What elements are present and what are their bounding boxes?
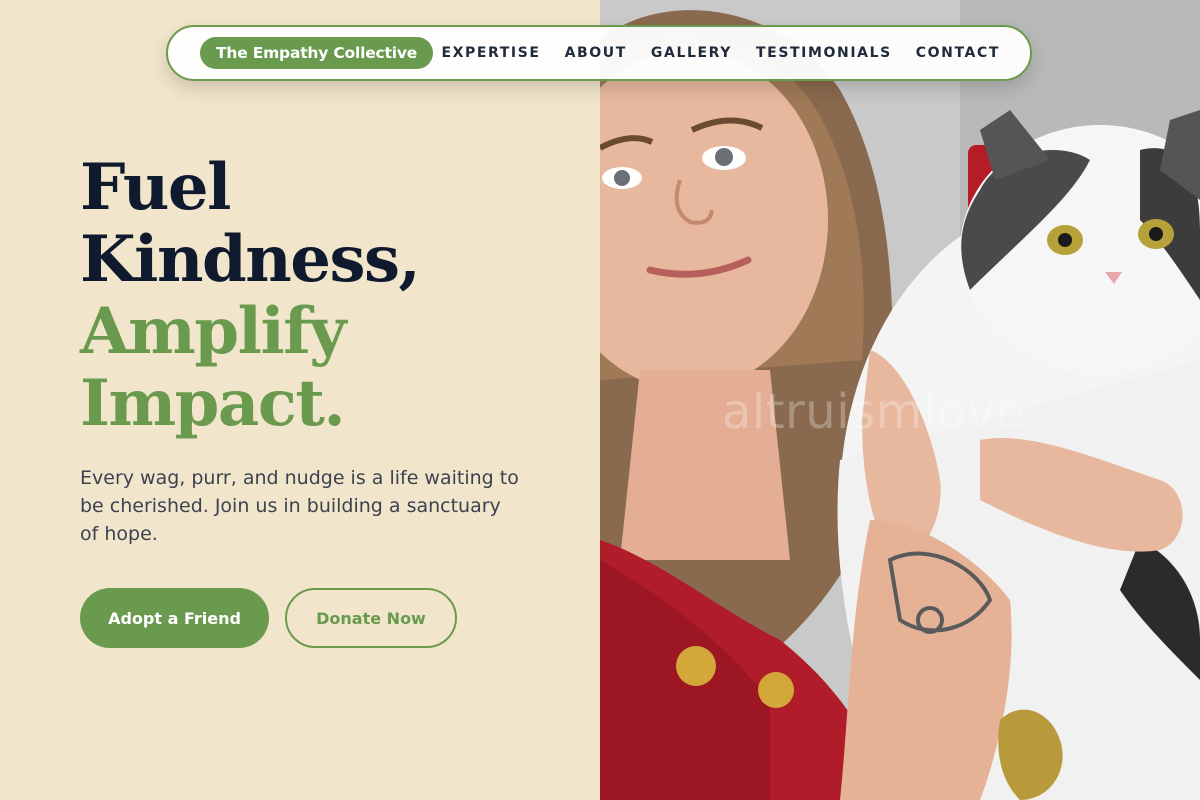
hero-headline: Fuel Kindness, Amplify Impact. (80, 150, 421, 441)
donate-now-button[interactable]: Donate Now (285, 588, 457, 648)
top-navbar: The Empathy Collective EXPERTISE ABOUT G… (166, 25, 1032, 81)
brand-logo[interactable]: The Empathy Collective (200, 37, 434, 69)
headline-line-2: Kindness, (80, 222, 421, 297)
nav-link-about[interactable]: ABOUT (565, 45, 627, 61)
nav-links: EXPERTISE ABOUT GALLERY TESTIMONIALS CON… (441, 45, 1000, 61)
hero-subtext: Every wag, purr, and nudge is a life wai… (80, 467, 519, 545)
hero-photo (600, 0, 1200, 800)
headline-line-3: Amplify (80, 294, 346, 369)
headline-line-4: Impact. (80, 366, 346, 441)
nav-link-gallery[interactable]: GALLERY (651, 45, 732, 61)
headline-line-1: Fuel (80, 150, 231, 225)
hero-page: altruismlove The Empathy Collective EXPE… (0, 0, 1200, 800)
adopt-a-friend-button[interactable]: Adopt a Friend (80, 588, 269, 648)
nav-link-testimonials[interactable]: TESTIMONIALS (756, 45, 892, 61)
woman-holding-cat-illustration (600, 0, 1200, 800)
nav-link-expertise[interactable]: EXPERTISE (441, 45, 540, 61)
nav-link-contact[interactable]: CONTACT (916, 45, 1000, 61)
